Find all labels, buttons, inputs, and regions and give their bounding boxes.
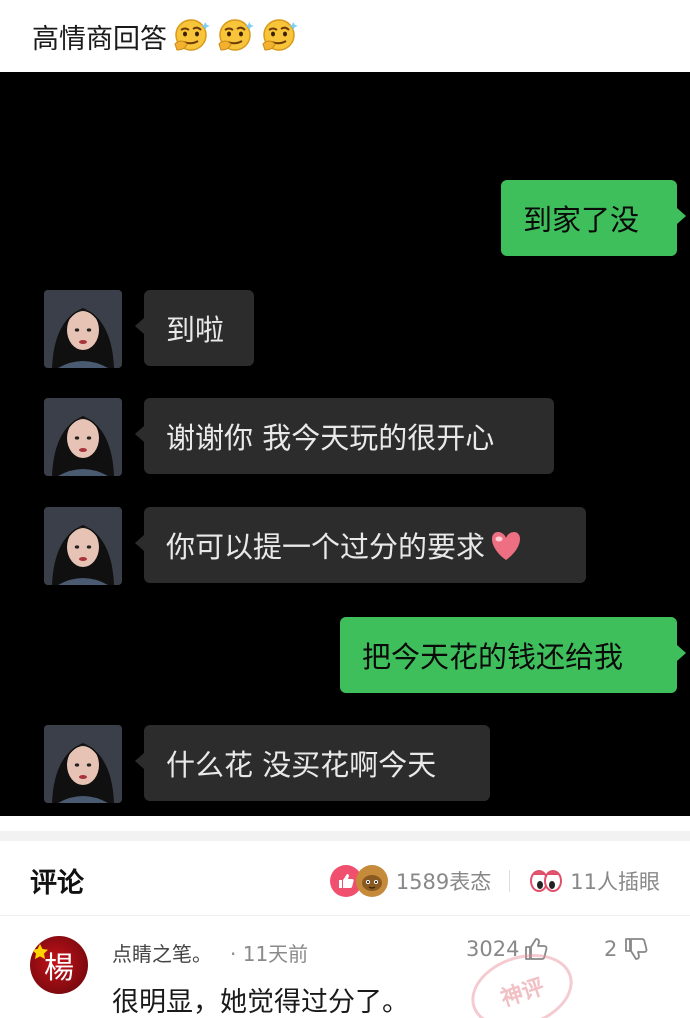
post-title-bar: 高情商回答 [0,0,690,72]
eyes-icon[interactable] [528,865,564,897]
doge-reaction-icon[interactable] [355,864,388,897]
avatar-image [44,725,122,803]
chat-bubble-sent: 到家了没 [501,180,686,256]
avatar [44,398,122,476]
comment-item: 楊 点睛之笔。 · 11天前 3024 2 神评 很明显，她觉得过分了。 [0,916,690,1018]
avatar [44,290,122,368]
thinking-face-icon [218,19,254,51]
comment-text: 很明显，她觉得过分了。 [112,987,409,1018]
avatar-image [44,290,122,368]
chat-bubble-received: 什么花 没买花啊今天 [135,725,490,801]
heart-icon [492,532,521,560]
thumbs-down-icon [625,938,648,960]
chat-bubble-sent: 把今天花的钱还给我 [340,617,686,693]
reactions-count: 1589表态 [395,869,492,894]
post-title: 高情商回答 [32,23,167,55]
commenter-avatar[interactable]: 楊 [30,936,88,994]
separator [509,869,511,892]
comment-time: · 11天前 [230,942,309,966]
chat-screenshot[interactable]: 到家了没 到啦 谢谢你 我今天玩的很开心 你可以提一个过分的要求 把今天花的钱还… [0,72,690,816]
comments-label: 评论 [30,868,84,899]
message-text: 把今天花的钱还给我 [362,640,624,674]
message-text: 谢谢你 我今天玩的很开心 [166,421,495,455]
message-text: 你可以提一个过分的要求 [166,530,486,564]
section-divider [0,831,690,841]
chat-bubble-received: 到啦 [135,290,254,366]
avatar [44,725,122,803]
avatar-image [44,398,122,476]
thinking-face-icon [174,19,210,51]
chat-bubble-received: 你可以提一个过分的要求 [135,507,586,583]
chat-bubble-received: 谢谢你 我今天玩的很开心 [135,398,554,474]
avatar-character: 楊 [44,951,74,986]
comments-header: 评论 1589表态 11人插眼 [0,846,690,916]
avatar [44,507,122,585]
message-text: 什么花 没买花啊今天 [166,748,437,782]
dislike-count: 2 [604,937,618,961]
thinking-face-icon [262,19,298,51]
reactions-bar[interactable]: 1589表态 11人插眼 [329,864,660,897]
stamp-text: 神评 [497,974,548,1013]
message-text: 到啦 [166,313,225,347]
title-emojis [171,18,303,54]
eyes-count: 11人插眼 [570,869,660,894]
dislike-button[interactable]: 2 [604,936,649,962]
commenter-name[interactable]: 点睛之笔。 [112,938,212,967]
message-text: 到家了没 [523,203,640,237]
avatar-image [44,507,122,585]
